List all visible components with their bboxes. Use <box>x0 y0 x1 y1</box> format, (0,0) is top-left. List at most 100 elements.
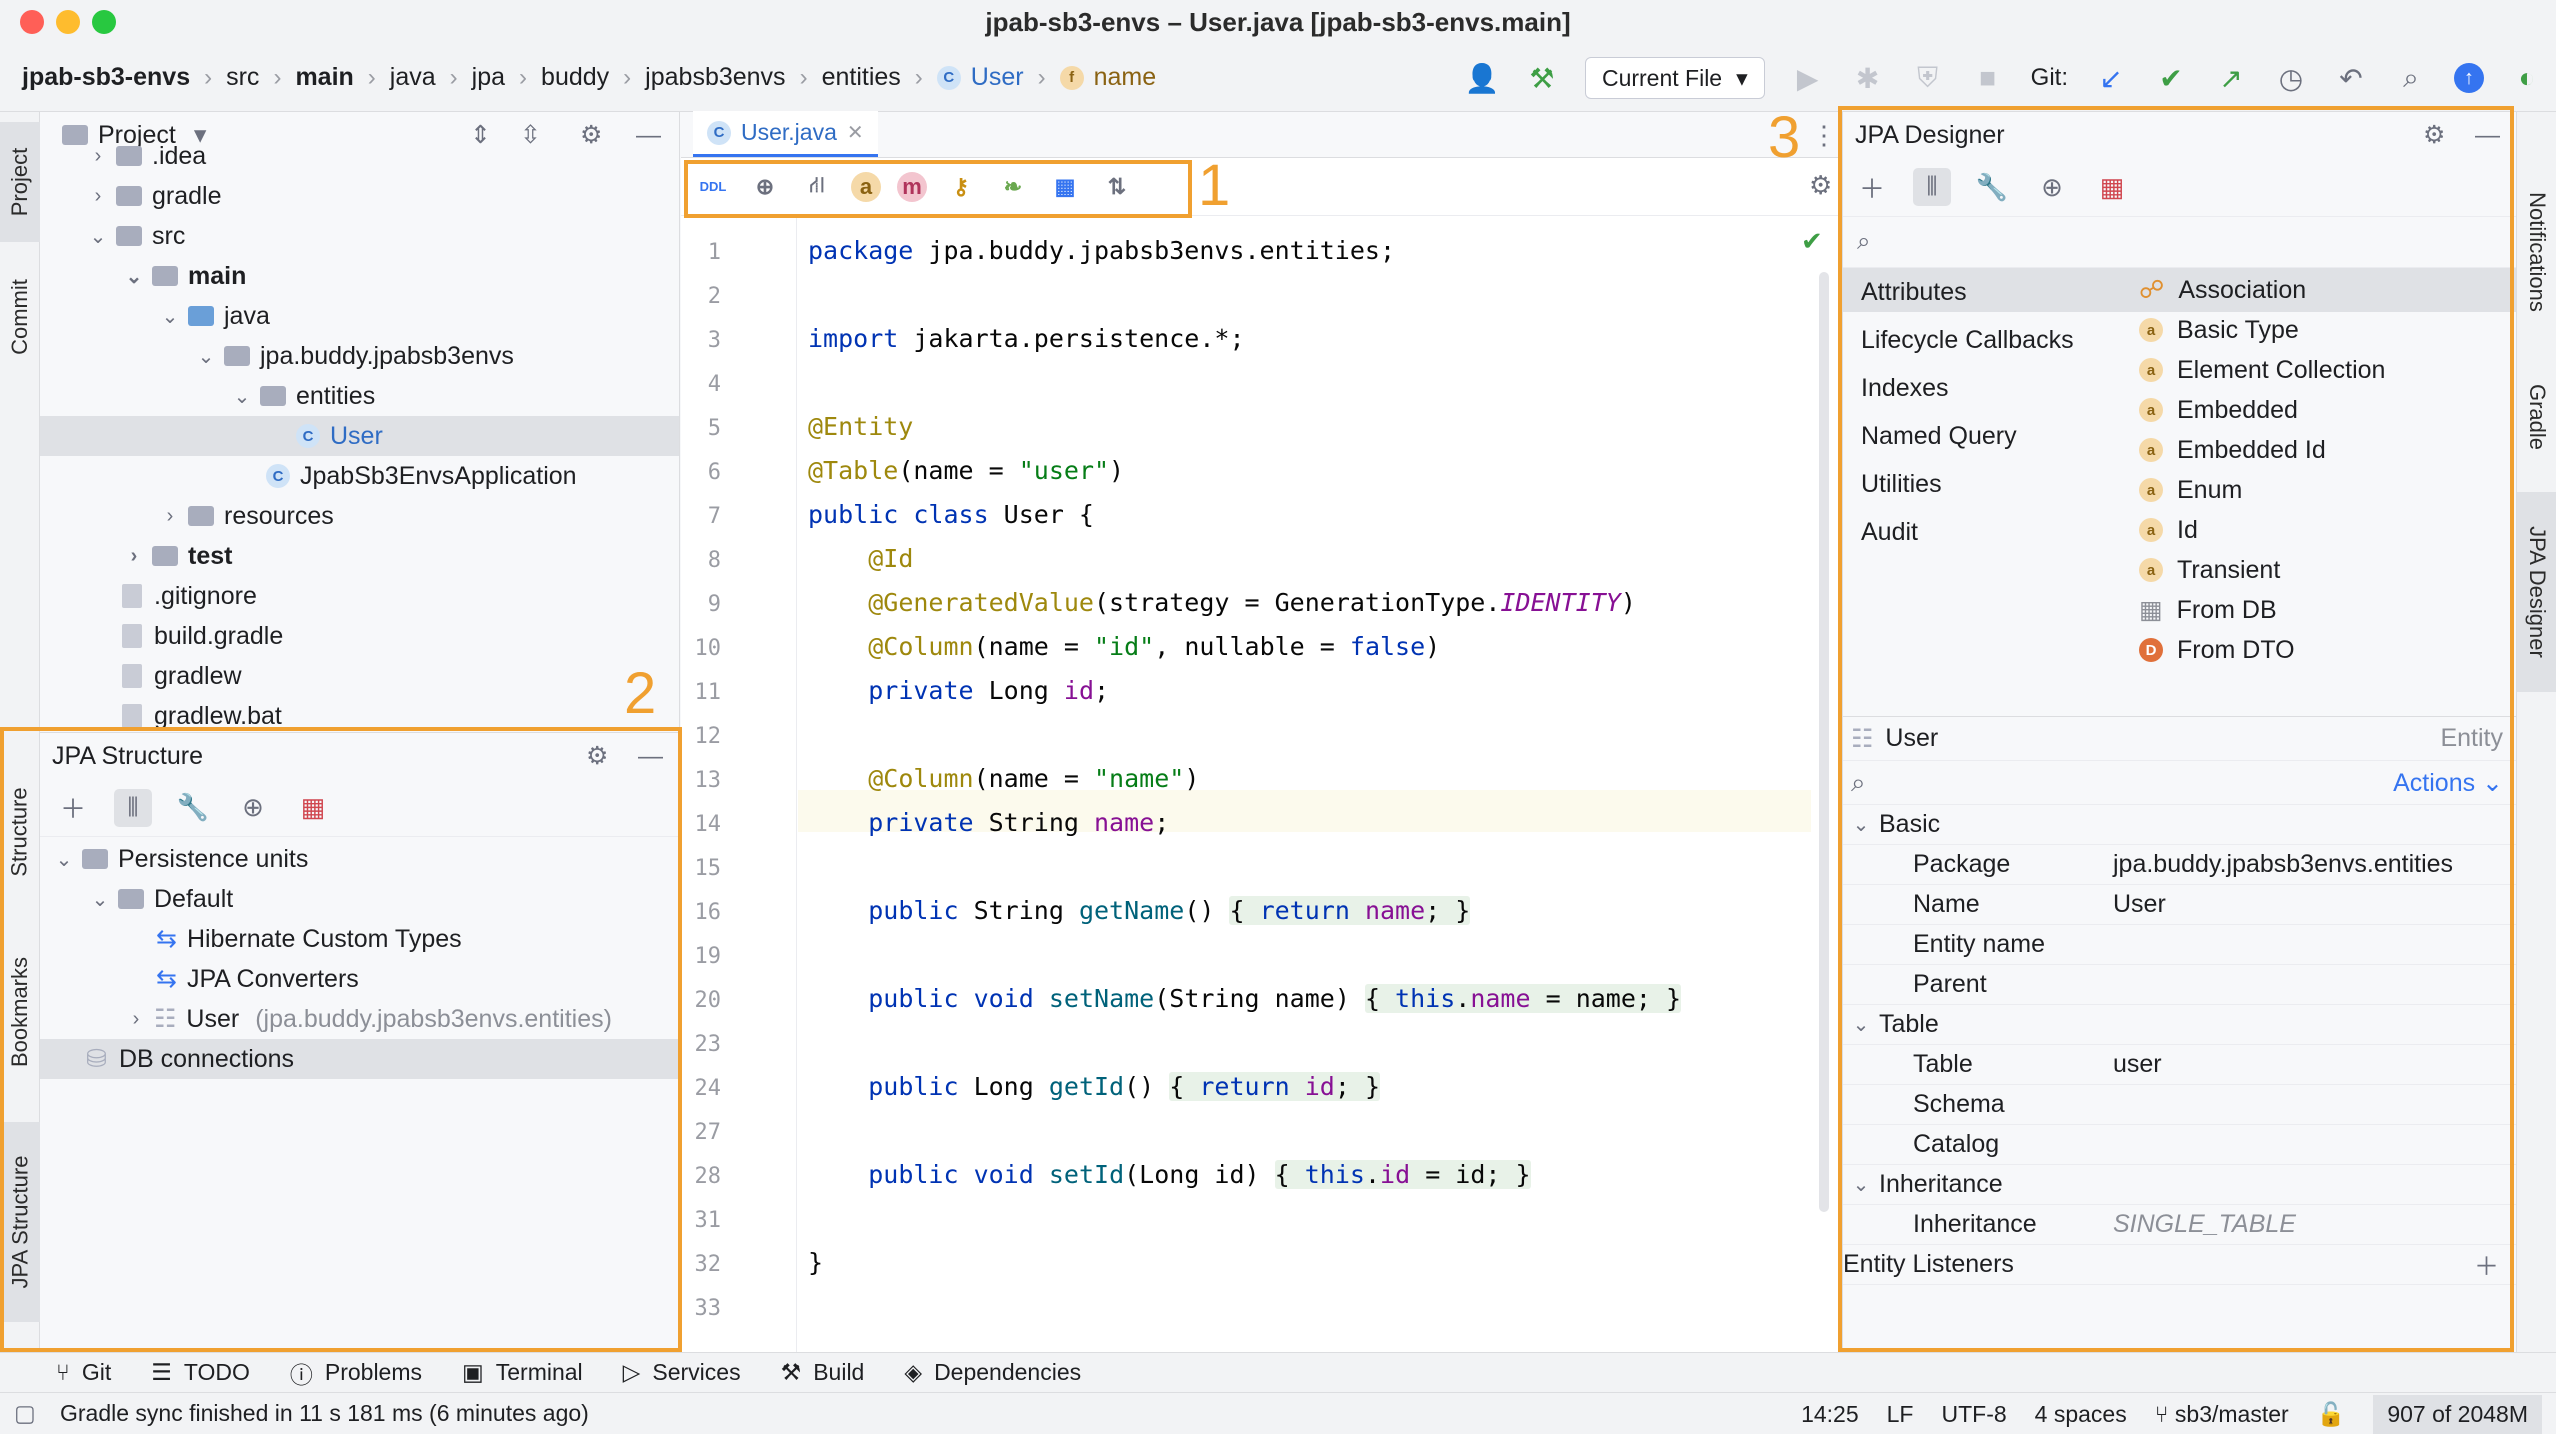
tree-item-test[interactable]: › test <box>40 536 679 576</box>
target-icon[interactable]: ⊕ <box>234 789 272 827</box>
build-hammer-icon[interactable]: ⚒ <box>1525 61 1559 95</box>
coverage-icon[interactable]: ⛨ <box>1911 61 1945 95</box>
tree-item-user[interactable]: C User <box>40 416 679 456</box>
file-encoding[interactable]: UTF-8 <box>1941 1401 2006 1428</box>
annotation-icon[interactable]: a <box>851 171 881 202</box>
prop-inheritance[interactable]: Inheritance SINGLE_TABLE <box>1843 1205 2517 1245</box>
tool-terminal[interactable]: ▣ Terminal <box>462 1359 583 1386</box>
ddl-icon[interactable]: DDL <box>695 169 731 205</box>
option-association[interactable]: ☍ Association <box>2139 270 2385 310</box>
tree-item-jpa-converters[interactable]: ⇆ JPA Converters <box>40 959 679 999</box>
tree-item-gradle[interactable]: › gradle <box>40 176 679 216</box>
option-enum[interactable]: a Enum <box>2139 470 2385 510</box>
tab-notifications[interactable]: Notifications <box>2517 152 2556 352</box>
breadcrumb-project[interactable]: jpab-sb3-envs <box>22 63 190 92</box>
tree-item-db-connections[interactable]: ⛁ DB connections <box>40 1039 679 1079</box>
tree-item-package[interactable]: ⌄ jpa.buddy.jpabsb3envs <box>40 336 679 376</box>
category-lifecycle-callbacks[interactable]: Lifecycle Callbacks <box>1843 316 2123 364</box>
tool-build[interactable]: ⚒ Build <box>781 1359 865 1386</box>
tree-item-main[interactable]: ⌄ main <box>40 256 679 296</box>
breadcrumb-jpabsb3envs[interactable]: jpabsb3envs <box>645 63 785 92</box>
calendar-icon[interactable]: ▦ <box>2093 168 2131 206</box>
category-audit[interactable]: Audit <box>1843 508 2123 556</box>
update-icon[interactable]: ↑ <box>2454 63 2484 93</box>
sort-icon[interactable]: ⇅ <box>1099 169 1135 205</box>
breadcrumb-src[interactable]: src <box>226 63 259 92</box>
tree-item-src[interactable]: ⌄ src <box>40 216 679 256</box>
breadcrumb-user[interactable]: User <box>971 63 1024 92</box>
lock-icon[interactable]: 🔓 <box>2317 1401 2346 1428</box>
option-from-db[interactable]: ▦ From DB <box>2139 590 2385 630</box>
tool-services[interactable]: ▷ Services <box>623 1359 741 1386</box>
option-transient[interactable]: a Transient <box>2139 550 2385 590</box>
editor-scrollbar[interactable] <box>1819 272 1829 1212</box>
hide-panel-icon[interactable]: — <box>2475 121 2500 150</box>
status-message[interactable]: Gradle sync finished in 11 s 181 ms (6 m… <box>60 1400 589 1427</box>
tab-jpa-designer[interactable]: JPA Designer <box>2517 492 2556 692</box>
rollback-icon[interactable]: ↶ <box>2334 61 2368 95</box>
wrench-icon[interactable]: 🔧 <box>1973 168 2011 206</box>
debug-icon[interactable]: ✱ <box>1851 61 1885 95</box>
hierarchy-icon[interactable]: ⛙ <box>799 169 835 205</box>
breadcrumb-java[interactable]: java <box>390 63 436 92</box>
prop-catalog[interactable]: Catalog <box>1843 1125 2517 1165</box>
group-inheritance[interactable]: ⌄ Inheritance <box>1843 1165 2517 1205</box>
tool-git[interactable]: ⑂ Git <box>56 1359 111 1386</box>
stop-icon[interactable]: ■ <box>1971 61 2005 95</box>
tree-item-hibernate-types[interactable]: ⇆ Hibernate Custom Types <box>40 919 679 959</box>
group-basic[interactable]: ⌄ Basic <box>1843 805 2517 845</box>
tree-item-default[interactable]: ⌄ Default <box>40 879 679 919</box>
user-icon[interactable]: 👤 <box>1465 61 1500 95</box>
caret-position[interactable]: 14:25 <box>1801 1401 1859 1428</box>
tree-item-idea[interactable]: › .idea <box>40 136 679 176</box>
tree-item-application[interactable]: C JpabSb3EnvsApplication <box>40 456 679 496</box>
tree-item-entities[interactable]: ⌄ entities <box>40 376 679 416</box>
breadcrumb-name[interactable]: name <box>1094 63 1157 92</box>
category-attributes[interactable]: Attributes <box>1843 268 2123 316</box>
tab-bookmarks[interactable]: Bookmarks <box>0 942 40 1082</box>
table-icon[interactable]: ▦ <box>1047 169 1083 205</box>
status-toggle-icon[interactable]: ▢ <box>14 1400 36 1427</box>
tab-gradle[interactable]: Gradle <box>2517 342 2556 492</box>
category-named-query[interactable]: Named Query <box>1843 412 2123 460</box>
breadcrumb-jpa[interactable]: jpa <box>472 63 505 92</box>
git-commit-icon[interactable]: ✔ <box>2154 61 2188 95</box>
indent-setting[interactable]: 4 spaces <box>2035 1401 2127 1428</box>
category-indexes[interactable]: Indexes <box>1843 364 2123 412</box>
option-basic-type[interactable]: a Basic Type <box>2139 310 2385 350</box>
method-icon[interactable]: m <box>897 171 927 202</box>
palette-search-input[interactable]: ⌕ <box>1843 216 2516 268</box>
more-icon[interactable]: ⋮ <box>1811 120 1837 151</box>
run-configuration-select[interactable]: Current File ▾ <box>1584 57 1765 99</box>
gear-icon[interactable]: ⚙ <box>2423 120 2445 150</box>
git-update-icon[interactable]: ↙ <box>2094 61 2128 95</box>
inspector-search-input[interactable]: ⌕ Actions ⌄ <box>1843 761 2517 805</box>
tab-structure[interactable]: Structure <box>0 762 40 902</box>
minimize-window-button[interactable] <box>56 10 80 34</box>
tab-user-java[interactable]: C User.java ✕ <box>693 111 878 157</box>
run-icon[interactable]: ▶ <box>1791 61 1825 95</box>
tree-item-gitignore[interactable]: .gitignore <box>40 576 679 616</box>
zoom-window-button[interactable] <box>92 10 116 34</box>
add-icon[interactable]: ＋ <box>54 789 92 827</box>
target-icon[interactable]: ⊕ <box>2033 168 2071 206</box>
tab-jpa-structure[interactable]: JPA Structure <box>0 1122 40 1322</box>
option-embedded-id[interactable]: a Embedded Id <box>2139 430 2385 470</box>
git-branch[interactable]: ⑂ sb3/master <box>2155 1401 2289 1428</box>
hide-panel-icon[interactable]: — <box>638 742 663 771</box>
close-icon[interactable]: ✕ <box>847 120 864 145</box>
add-icon[interactable]: ＋ <box>1853 168 1891 206</box>
spring-leaf-icon[interactable]: ❧ <box>995 169 1031 205</box>
prop-entity-name[interactable]: Entity name <box>1843 925 2517 965</box>
tree-item-resources[interactable]: › resources <box>40 496 679 536</box>
wrench-icon[interactable]: 🔧 <box>174 789 212 827</box>
category-utilities[interactable]: Utilities <box>1843 460 2123 508</box>
breadcrumb-entities[interactable]: entities <box>822 63 901 92</box>
tree-item-gradlew[interactable]: gradlew <box>40 656 679 696</box>
tree-item-build-gradle[interactable]: build.gradle <box>40 616 679 656</box>
tab-commit[interactable]: Commit <box>0 262 40 372</box>
breadcrumb-main[interactable]: main <box>295 63 353 92</box>
line-separator[interactable]: LF <box>1887 1401 1914 1428</box>
key-icon[interactable]: ⚷ <box>943 169 979 205</box>
jpa-buddy-icon[interactable]: ◐ <box>2510 61 2544 95</box>
